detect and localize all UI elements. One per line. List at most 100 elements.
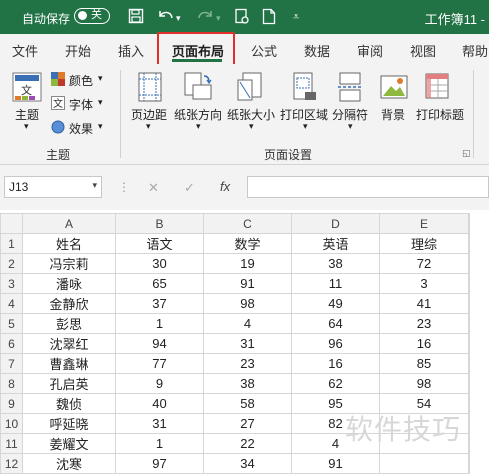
print-area-dropdown-icon[interactable]: ▾ xyxy=(303,121,308,132)
fonts-dropdown-icon[interactable]: ▾ xyxy=(98,97,103,108)
table-cell[interactable]: 98 xyxy=(203,293,292,314)
row-header[interactable]: 11 xyxy=(0,433,23,454)
margins-icon[interactable] xyxy=(138,72,162,105)
table-cell[interactable]: 16 xyxy=(379,333,469,354)
column-header[interactable] xyxy=(468,213,470,234)
column-header[interactable]: A xyxy=(22,213,116,234)
customize-qat-icon[interactable]: ⩡ xyxy=(293,9,299,25)
table-cell[interactable]: 曹鑫琳 xyxy=(22,353,116,374)
row-header[interactable]: 8 xyxy=(0,373,23,394)
table-cell[interactable]: 16 xyxy=(291,353,380,374)
table-cell[interactable]: 65 xyxy=(115,273,204,294)
tab-view[interactable]: 视图 xyxy=(410,41,436,60)
table-cell[interactable] xyxy=(468,333,470,354)
table-cell[interactable]: 62 xyxy=(291,373,380,394)
tab-review[interactable]: 审阅 xyxy=(357,41,383,60)
table-cell[interactable]: 38 xyxy=(203,373,292,394)
table-cell[interactable]: 4 xyxy=(203,313,292,334)
table-cell[interactable]: 数学 xyxy=(203,233,292,254)
table-cell[interactable]: 23 xyxy=(379,313,469,334)
table-cell[interactable]: 彭思 xyxy=(22,313,116,334)
effects-button[interactable]: 效果 xyxy=(69,120,93,137)
table-cell[interactable]: 冯宗莉 xyxy=(22,253,116,274)
row-header[interactable]: 1 xyxy=(0,233,23,254)
row-header[interactable]: 7 xyxy=(0,353,23,374)
table-cell[interactable] xyxy=(468,293,470,314)
formula-bar-grip-icon[interactable]: ⋮ xyxy=(118,180,130,194)
undo-icon[interactable] xyxy=(157,8,175,28)
table-cell[interactable] xyxy=(468,313,470,334)
table-cell[interactable]: 37 xyxy=(115,293,204,314)
touch-mode-icon[interactable] xyxy=(234,8,250,29)
table-cell[interactable]: 理综 xyxy=(379,233,469,254)
table-cell[interactable]: 沈翠红 xyxy=(22,333,116,354)
table-cell[interactable]: 30 xyxy=(115,253,204,274)
background-icon[interactable] xyxy=(380,72,408,105)
column-header[interactable]: B xyxy=(115,213,204,234)
table-cell[interactable] xyxy=(468,393,470,414)
print-titles-icon[interactable] xyxy=(425,72,453,105)
colors-icon[interactable] xyxy=(51,72,65,89)
table-cell[interactable]: 98 xyxy=(379,373,469,394)
table-cell[interactable]: 64 xyxy=(291,313,380,334)
table-cell[interactable]: 58 xyxy=(203,393,292,414)
table-cell[interactable]: 96 xyxy=(291,333,380,354)
dialog-launcher-icon[interactable]: ◱ xyxy=(462,148,471,159)
background-button[interactable]: 背景 xyxy=(381,106,405,123)
enter-formula-button[interactable]: ✓ xyxy=(184,180,195,196)
autosave-toggle[interactable]: 关 xyxy=(74,8,110,24)
fonts-button[interactable]: 字体 xyxy=(69,96,93,113)
table-cell[interactable]: 姜耀文 xyxy=(22,433,116,454)
tab-home[interactable]: 开始 xyxy=(65,41,91,60)
table-cell[interactable]: 22 xyxy=(203,433,292,454)
table-cell[interactable]: 3 xyxy=(379,273,469,294)
row-header[interactable]: 6 xyxy=(0,333,23,354)
tab-data[interactable]: 数据 xyxy=(304,41,330,60)
table-cell[interactable]: 94 xyxy=(115,333,204,354)
tab-insert[interactable]: 插入 xyxy=(118,41,144,60)
new-file-icon[interactable] xyxy=(262,8,276,29)
margins-dropdown-icon[interactable]: ▾ xyxy=(146,121,151,132)
table-cell[interactable] xyxy=(468,253,470,274)
table-cell[interactable]: 19 xyxy=(203,253,292,274)
table-cell[interactable]: 91 xyxy=(203,273,292,294)
table-cell[interactable]: 91 xyxy=(291,453,380,474)
table-cell[interactable]: 31 xyxy=(115,413,204,434)
row-header[interactable]: 4 xyxy=(0,293,23,314)
size-icon[interactable] xyxy=(237,72,263,105)
row-header[interactable]: 12 xyxy=(0,453,23,474)
table-cell[interactable] xyxy=(379,453,469,474)
table-cell[interactable] xyxy=(468,373,470,394)
breaks-icon[interactable] xyxy=(338,72,362,105)
column-header[interactable]: E xyxy=(379,213,469,234)
table-cell[interactable] xyxy=(468,233,470,254)
tab-formulas[interactable]: 公式 xyxy=(251,41,277,60)
tab-file[interactable]: 文件 xyxy=(12,41,38,60)
effects-icon[interactable] xyxy=(51,120,65,137)
print-area-icon[interactable] xyxy=(291,72,317,105)
colors-button[interactable]: 颜色 xyxy=(69,72,93,89)
table-cell[interactable]: 38 xyxy=(291,253,380,274)
select-all-button[interactable] xyxy=(0,213,23,234)
row-header[interactable]: 10 xyxy=(0,413,23,434)
table-cell[interactable]: 呼延晓 xyxy=(22,413,116,434)
table-cell[interactable]: 潘咏 xyxy=(22,273,116,294)
table-cell[interactable]: 英语 xyxy=(291,233,380,254)
row-header[interactable]: 3 xyxy=(0,273,23,294)
save-icon[interactable] xyxy=(128,8,144,28)
table-cell[interactable] xyxy=(468,413,470,434)
table-cell[interactable]: 1 xyxy=(115,433,204,454)
table-cell[interactable]: 魏侦 xyxy=(22,393,116,414)
table-cell[interactable]: 31 xyxy=(203,333,292,354)
table-cell[interactable]: 语文 xyxy=(115,233,204,254)
table-cell[interactable]: 34 xyxy=(203,453,292,474)
table-cell[interactable] xyxy=(468,273,470,294)
orientation-dropdown-icon[interactable]: ▾ xyxy=(196,121,201,132)
table-cell[interactable]: 9 xyxy=(115,373,204,394)
name-box-dropdown-icon[interactable]: ▾ xyxy=(92,180,97,191)
row-header[interactable]: 2 xyxy=(0,253,23,274)
effects-dropdown-icon[interactable]: ▾ xyxy=(98,121,103,132)
colors-dropdown-icon[interactable]: ▾ xyxy=(98,73,103,84)
orientation-icon[interactable] xyxy=(184,72,212,105)
row-header[interactable]: 9 xyxy=(0,393,23,414)
